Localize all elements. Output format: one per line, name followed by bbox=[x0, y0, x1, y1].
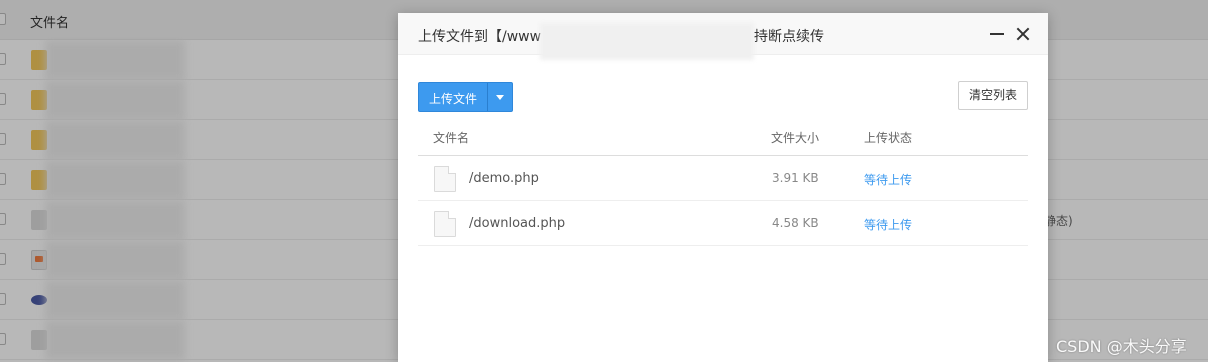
dialog-title-suffix: 持断点续传 bbox=[754, 29, 824, 45]
table-row[interactable]: /download.php 4.58 KB 等待上传 bbox=[418, 201, 1028, 246]
file-size: 3.91 KB bbox=[772, 171, 819, 185]
file-name: /demo.php bbox=[469, 171, 539, 186]
chevron-down-icon[interactable] bbox=[496, 95, 504, 100]
column-header-filename: 文件名 bbox=[433, 131, 470, 145]
file-icon bbox=[434, 166, 456, 192]
upload-file-label: 上传文件 bbox=[429, 92, 478, 106]
upload-dialog: 上传文件到【/www 持断点续传 上传文件 清空列表 文件名 文件大小 上传状态… bbox=[398, 13, 1048, 362]
minimize-icon[interactable] bbox=[990, 33, 1004, 35]
dialog-title: 上传文件到【/www bbox=[418, 29, 542, 45]
button-separator bbox=[487, 83, 488, 111]
file-size: 4.58 KB bbox=[772, 216, 819, 230]
column-header-status: 上传状态 bbox=[864, 131, 913, 145]
redacted-path-mask bbox=[540, 23, 754, 60]
file-icon bbox=[434, 211, 456, 237]
csdn-watermark: CSDN @木头分享 bbox=[1056, 337, 1187, 356]
file-name: /download.php bbox=[469, 216, 566, 231]
upload-file-button[interactable]: 上传文件 bbox=[418, 82, 513, 112]
table-row[interactable]: /demo.php 3.91 KB 等待上传 bbox=[418, 156, 1028, 201]
upload-status[interactable]: 等待上传 bbox=[864, 216, 912, 233]
column-header-filesize: 文件大小 bbox=[771, 131, 820, 145]
upload-status[interactable]: 等待上传 bbox=[864, 171, 912, 188]
clear-list-button[interactable]: 清空列表 bbox=[958, 81, 1028, 110]
close-icon[interactable] bbox=[1014, 25, 1032, 43]
dialog-title-bar: 上传文件到【/www 持断点续传 bbox=[398, 13, 1048, 60]
